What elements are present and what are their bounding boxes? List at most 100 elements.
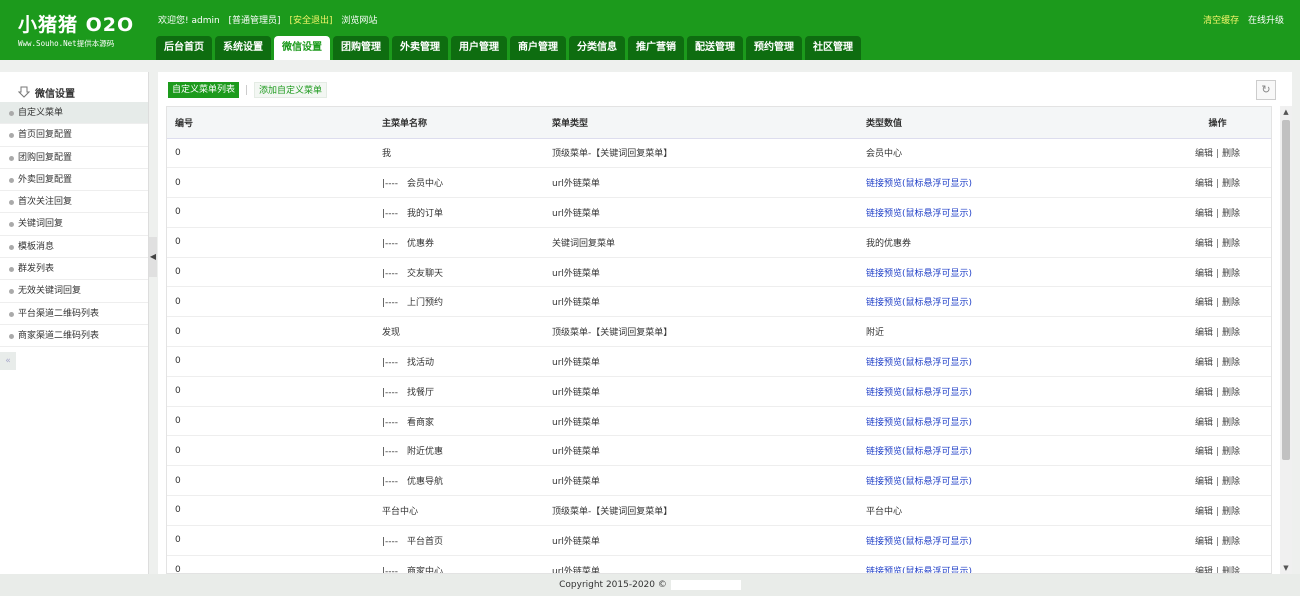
sidebar-item-3[interactable]: 外卖回复配置 <box>0 169 148 192</box>
edit-link[interactable]: 编辑 <box>1195 388 1213 398</box>
cell-value-link[interactable]: 链接预览(鼠标悬浮可显示) <box>858 197 1162 228</box>
cell-value-link[interactable]: 链接预览(鼠标悬浮可显示) <box>858 465 1162 497</box>
table-header-row: 编号 主菜单名称 菜单类型 类型数值 操作 <box>167 107 1271 139</box>
cell-value-link[interactable]: 链接预览(鼠标悬浮可显示) <box>858 555 1162 573</box>
nav-tab-7[interactable]: 分类信息 <box>569 36 625 60</box>
nav-tab-6[interactable]: 商户管理 <box>510 36 566 60</box>
cell-type: url外链菜单 <box>544 197 858 228</box>
bullet-icon <box>9 111 14 116</box>
edit-link[interactable]: 编辑 <box>1195 298 1213 308</box>
sidebar-item-5[interactable]: 关键词回复 <box>0 213 148 236</box>
cell-type: 顶级菜单-【关键词回复菜单】 <box>544 316 858 348</box>
nav-tab-3[interactable]: 团购管理 <box>333 36 389 60</box>
delete-link[interactable]: 删除 <box>1222 537 1240 547</box>
sidebar-expand-icon[interactable]: « <box>0 352 16 370</box>
cell-id: 0 <box>167 465 374 497</box>
logo[interactable]: 小猪猪 O2O Www.Souho.Net提供本源码 <box>18 10 134 49</box>
sidebar-item-6[interactable]: 模板消息 <box>0 236 148 259</box>
delete-link[interactable]: 删除 <box>1222 298 1240 308</box>
down-arrow-icon <box>18 86 30 98</box>
table-row: 0 |---- 优惠导航 url外链菜单 链接预览(鼠标悬浮可显示) 编辑 | 删除 <box>167 465 1271 497</box>
table-scrollbar[interactable]: ▲ ▼ <box>1280 106 1292 574</box>
cell-type: 顶级菜单-【关键词回复菜单】 <box>544 495 858 526</box>
edit-link[interactable]: 编辑 <box>1195 328 1213 338</box>
cell-value-link[interactable]: 链接预览(鼠标悬浮可显示) <box>858 406 1162 437</box>
cell-value-link[interactable]: 链接预览(鼠标悬浮可显示) <box>858 257 1162 288</box>
cell-value-link[interactable]: 链接预览(鼠标悬浮可显示) <box>858 525 1162 556</box>
edit-link[interactable]: 编辑 <box>1195 149 1213 159</box>
edit-link[interactable]: 编辑 <box>1195 567 1213 573</box>
cell-value-link[interactable]: 链接预览(鼠标悬浮可显示) <box>858 346 1162 377</box>
scroll-thumb[interactable] <box>1282 120 1290 460</box>
sidebar-item-4[interactable]: 首次关注回复 <box>0 191 148 214</box>
delete-link[interactable]: 删除 <box>1222 239 1240 249</box>
cell-actions: 编辑 | 删除 <box>1162 138 1271 169</box>
cell-value-link[interactable]: 链接预览(鼠标悬浮可显示) <box>858 435 1162 467</box>
nav-tab-10[interactable]: 预约管理 <box>746 36 802 60</box>
nav-tab-4[interactable]: 外卖管理 <box>392 36 448 60</box>
edit-link[interactable]: 编辑 <box>1195 179 1213 189</box>
cell-id: 0 <box>167 525 374 556</box>
delete-link[interactable]: 删除 <box>1222 328 1240 338</box>
cell-value-link[interactable]: 链接预览(鼠标悬浮可显示) <box>858 167 1162 199</box>
action-divider: | <box>1215 417 1220 428</box>
edit-link[interactable]: 编辑 <box>1195 239 1213 249</box>
edit-link[interactable]: 编辑 <box>1195 358 1213 368</box>
delete-link[interactable]: 删除 <box>1222 209 1240 219</box>
cell-value-link[interactable]: 链接预览(鼠标悬浮可显示) <box>858 286 1162 318</box>
delete-link[interactable]: 删除 <box>1222 388 1240 398</box>
edit-link[interactable]: 编辑 <box>1195 447 1213 457</box>
nav-tab-2[interactable]: 微信设置 <box>274 36 330 60</box>
sidebar-item-0[interactable]: 自定义菜单 <box>0 102 148 125</box>
sidebar-item-7[interactable]: 群发列表 <box>0 258 148 281</box>
sidebar-item-1[interactable]: 首页回复配置 <box>0 124 148 147</box>
nav-tab-9[interactable]: 配送管理 <box>687 36 743 60</box>
bullet-icon <box>9 311 14 317</box>
logout-link[interactable]: [安全退出] <box>289 16 332 26</box>
edit-link[interactable]: 编辑 <box>1195 418 1213 428</box>
sidebar: 微信设置 自定义菜单 首页回复配置 团购回复配置 外卖回复配置 首次关注回复 关键词回复模… <box>0 72 149 574</box>
cell-actions: 编辑 | 删除 <box>1162 286 1271 318</box>
online-upgrade-link[interactable]: 在线升级 <box>1248 16 1284 26</box>
edit-link[interactable]: 编辑 <box>1195 477 1213 487</box>
delete-link[interactable]: 删除 <box>1222 477 1240 487</box>
edit-link[interactable]: 编辑 <box>1195 507 1213 517</box>
sidebar-item-8[interactable]: 无效关键词回复 <box>0 280 148 303</box>
table-row: 0 |---- 我的订单 url外链菜单 链接预览(鼠标悬浮可显示) 编辑 | 删除 <box>167 197 1271 228</box>
nav-tab-8[interactable]: 推广营销 <box>628 36 684 60</box>
sidebar-item-2[interactable]: 团购回复配置 <box>0 147 148 169</box>
sidebar-item-10[interactable]: 商家渠道二维码列表 <box>0 325 148 348</box>
refresh-icon[interactable]: ↻ <box>1256 80 1276 100</box>
delete-link[interactable]: 删除 <box>1222 507 1240 517</box>
browse-site-link[interactable]: 浏览网站 <box>341 16 377 26</box>
scroll-down-icon[interactable]: ▼ <box>1280 562 1292 574</box>
delete-link[interactable]: 删除 <box>1222 418 1240 428</box>
top-info: 欢迎您! admin [普通管理员] [安全退出] 浏览网站 <box>158 13 383 26</box>
delete-link[interactable]: 删除 <box>1222 149 1240 159</box>
bullet-icon <box>9 133 14 139</box>
edit-link[interactable]: 编辑 <box>1195 209 1213 219</box>
delete-link[interactable]: 删除 <box>1222 358 1240 368</box>
delete-link[interactable]: 删除 <box>1222 447 1240 457</box>
sidebar-title-label: 微信设置 <box>35 88 75 100</box>
cell-id: 0 <box>167 435 374 467</box>
nav-tab-5[interactable]: 用户管理 <box>451 36 507 60</box>
cell-type: url外链菜单 <box>544 286 858 318</box>
nav-tab-11[interactable]: 社区管理 <box>805 36 861 60</box>
action-divider: | <box>1215 149 1220 160</box>
menu-list-button[interactable]: 自定义菜单列表 <box>168 82 240 98</box>
cell-name: |---- 找餐厅 <box>374 376 544 407</box>
sidebar-collapse-button[interactable]: ◀ <box>149 237 157 277</box>
nav-tab-1[interactable]: 系统设置 <box>215 36 271 60</box>
sidebar-item-9[interactable]: 平台渠道二维码列表 <box>0 303 148 325</box>
scroll-up-icon[interactable]: ▲ <box>1280 106 1292 118</box>
nav-tab-0[interactable]: 后台首页 <box>156 36 212 60</box>
add-menu-button[interactable]: 添加自定义菜单 <box>254 82 328 98</box>
edit-link[interactable]: 编辑 <box>1195 537 1213 547</box>
delete-link[interactable]: 删除 <box>1222 179 1240 189</box>
cell-value-link[interactable]: 链接预览(鼠标悬浮可显示) <box>858 376 1162 407</box>
clear-cache-link[interactable]: 清空缓存 <box>1203 16 1239 26</box>
delete-link[interactable]: 删除 <box>1222 269 1240 279</box>
delete-link[interactable]: 删除 <box>1222 567 1240 573</box>
edit-link[interactable]: 编辑 <box>1195 269 1213 279</box>
